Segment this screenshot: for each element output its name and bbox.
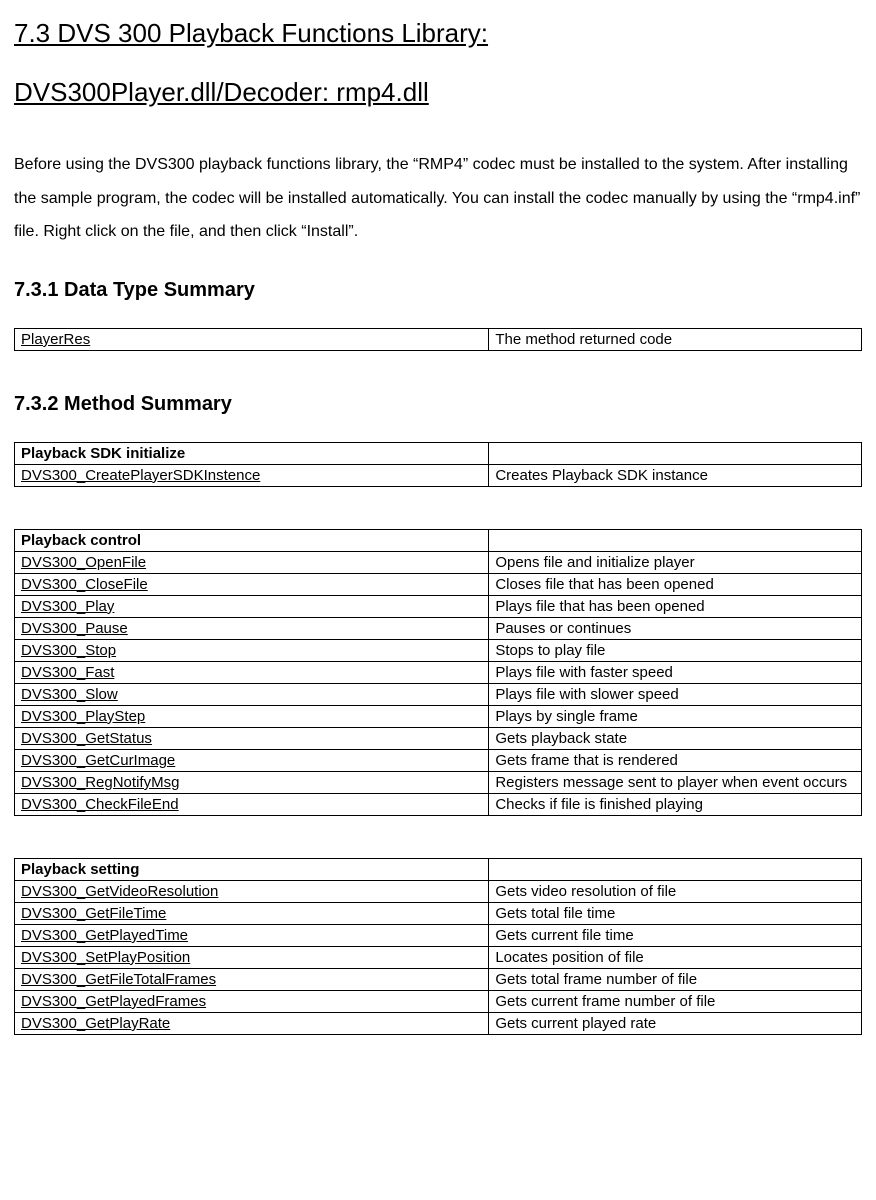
method-desc: Gets current frame number of file	[489, 990, 862, 1012]
table-header-empty	[489, 442, 862, 464]
table-row: DVS300_StopStops to play file	[15, 639, 862, 661]
table-row: DVS300_PlayStepPlays by single frame	[15, 705, 862, 727]
method-name[interactable]: DVS300_GetFileTotalFrames	[15, 968, 489, 990]
method-desc: Gets current file time	[489, 924, 862, 946]
method-name[interactable]: DVS300_Fast	[15, 661, 489, 683]
method-desc: Plays by single frame	[489, 705, 862, 727]
method-desc: Plays file with slower speed	[489, 683, 862, 705]
table-header-row: Playback control	[15, 529, 862, 551]
table-header-row: Playback setting	[15, 858, 862, 880]
method-name[interactable]: DVS300_GetCurImage	[15, 749, 489, 771]
method-name[interactable]: DVS300_SetPlayPosition	[15, 946, 489, 968]
table-row: DVS300_GetFileTotalFramesGets total fram…	[15, 968, 862, 990]
table-row: DVS300_CloseFileCloses file that has bee…	[15, 573, 862, 595]
method-desc: Opens file and initialize player	[489, 551, 862, 573]
method-name[interactable]: DVS300_PlayStep	[15, 705, 489, 727]
method-name[interactable]: DVS300_Slow	[15, 683, 489, 705]
table-row: PlayerRes The method returned code	[15, 328, 862, 350]
method-name[interactable]: DVS300_Stop	[15, 639, 489, 661]
datatype-table: PlayerRes The method returned code	[14, 328, 862, 351]
table-header: Playback setting	[15, 858, 489, 880]
table-row: DVS300_CreatePlayerSDKInstenceCreates Pl…	[15, 464, 862, 486]
method-desc: Gets total frame number of file	[489, 968, 862, 990]
datatype-heading: 7.3.1 Data Type Summary	[14, 279, 862, 302]
table-row: DVS300_GetVideoResolutionGets video reso…	[15, 880, 862, 902]
table-header-empty	[489, 858, 862, 880]
method-name[interactable]: DVS300_Play	[15, 595, 489, 617]
method-table: Playback settingDVS300_GetVideoResolutio…	[14, 858, 862, 1035]
method-table: Playback controlDVS300_OpenFileOpens fil…	[14, 529, 862, 816]
method-desc: Plays file that has been opened	[489, 595, 862, 617]
method-desc: Closes file that has been opened	[489, 573, 862, 595]
table-row: DVS300_PausePauses or continues	[15, 617, 862, 639]
method-name[interactable]: DVS300_CheckFileEnd	[15, 793, 489, 815]
method-desc: Gets current played rate	[489, 1012, 862, 1034]
method-desc: Gets total file time	[489, 902, 862, 924]
table-row: DVS300_GetPlayedFramesGets current frame…	[15, 990, 862, 1012]
method-desc: Pauses or continues	[489, 617, 862, 639]
method-desc: Checks if file is finished playing	[489, 793, 862, 815]
method-desc: Gets playback state	[489, 727, 862, 749]
method-desc: Gets frame that is rendered	[489, 749, 862, 771]
method-name[interactable]: DVS300_GetVideoResolution	[15, 880, 489, 902]
method-name[interactable]: DVS300_GetPlayRate	[15, 1012, 489, 1034]
table-row: DVS300_PlayPlays file that has been open…	[15, 595, 862, 617]
method-name[interactable]: DVS300_OpenFile	[15, 551, 489, 573]
table-row: DVS300_GetCurImageGets frame that is ren…	[15, 749, 862, 771]
page-subtitle: DVS300Player.dll/Decoder: rmp4.dll	[14, 77, 862, 108]
method-name[interactable]: DVS300_GetFileTime	[15, 902, 489, 924]
method-name[interactable]: DVS300_CreatePlayerSDKInstence	[15, 464, 489, 486]
table-row: DVS300_CheckFileEndChecks if file is fin…	[15, 793, 862, 815]
method-name[interactable]: DVS300_GetPlayedTime	[15, 924, 489, 946]
table-row: DVS300_GetFileTimeGets total file time	[15, 902, 862, 924]
method-desc: Gets video resolution of file	[489, 880, 862, 902]
method-name[interactable]: DVS300_CloseFile	[15, 573, 489, 595]
table-row: DVS300_SetPlayPositionLocates position o…	[15, 946, 862, 968]
table-header: Playback SDK initialize	[15, 442, 489, 464]
intro-paragraph: Before using the DVS300 playback functio…	[14, 148, 862, 249]
method-name[interactable]: DVS300_RegNotifyMsg	[15, 771, 489, 793]
table-header-row: Playback SDK initialize	[15, 442, 862, 464]
method-heading: 7.3.2 Method Summary	[14, 393, 862, 416]
method-desc: Creates Playback SDK instance	[489, 464, 862, 486]
method-desc: Locates position of file	[489, 946, 862, 968]
table-row: DVS300_GetPlayRateGets current played ra…	[15, 1012, 862, 1034]
method-name[interactable]: DVS300_GetStatus	[15, 727, 489, 749]
method-desc: Plays file with faster speed	[489, 661, 862, 683]
table-row: DVS300_RegNotifyMsgRegisters message sen…	[15, 771, 862, 793]
method-table: Playback SDK initializeDVS300_CreatePlay…	[14, 442, 862, 487]
method-name[interactable]: DVS300_Pause	[15, 617, 489, 639]
method-desc: Registers message sent to player when ev…	[489, 771, 862, 793]
datatype-desc: The method returned code	[489, 328, 862, 350]
table-header: Playback control	[15, 529, 489, 551]
table-row: DVS300_GetStatusGets playback state	[15, 727, 862, 749]
page-title: 7.3 DVS 300 Playback Functions Library:	[14, 18, 862, 49]
table-header-empty	[489, 529, 862, 551]
table-row: DVS300_OpenFileOpens file and initialize…	[15, 551, 862, 573]
method-desc: Stops to play file	[489, 639, 862, 661]
table-row: DVS300_FastPlays file with faster speed	[15, 661, 862, 683]
table-row: DVS300_SlowPlays file with slower speed	[15, 683, 862, 705]
table-row: DVS300_GetPlayedTimeGets current file ti…	[15, 924, 862, 946]
datatype-name[interactable]: PlayerRes	[15, 328, 489, 350]
method-name[interactable]: DVS300_GetPlayedFrames	[15, 990, 489, 1012]
